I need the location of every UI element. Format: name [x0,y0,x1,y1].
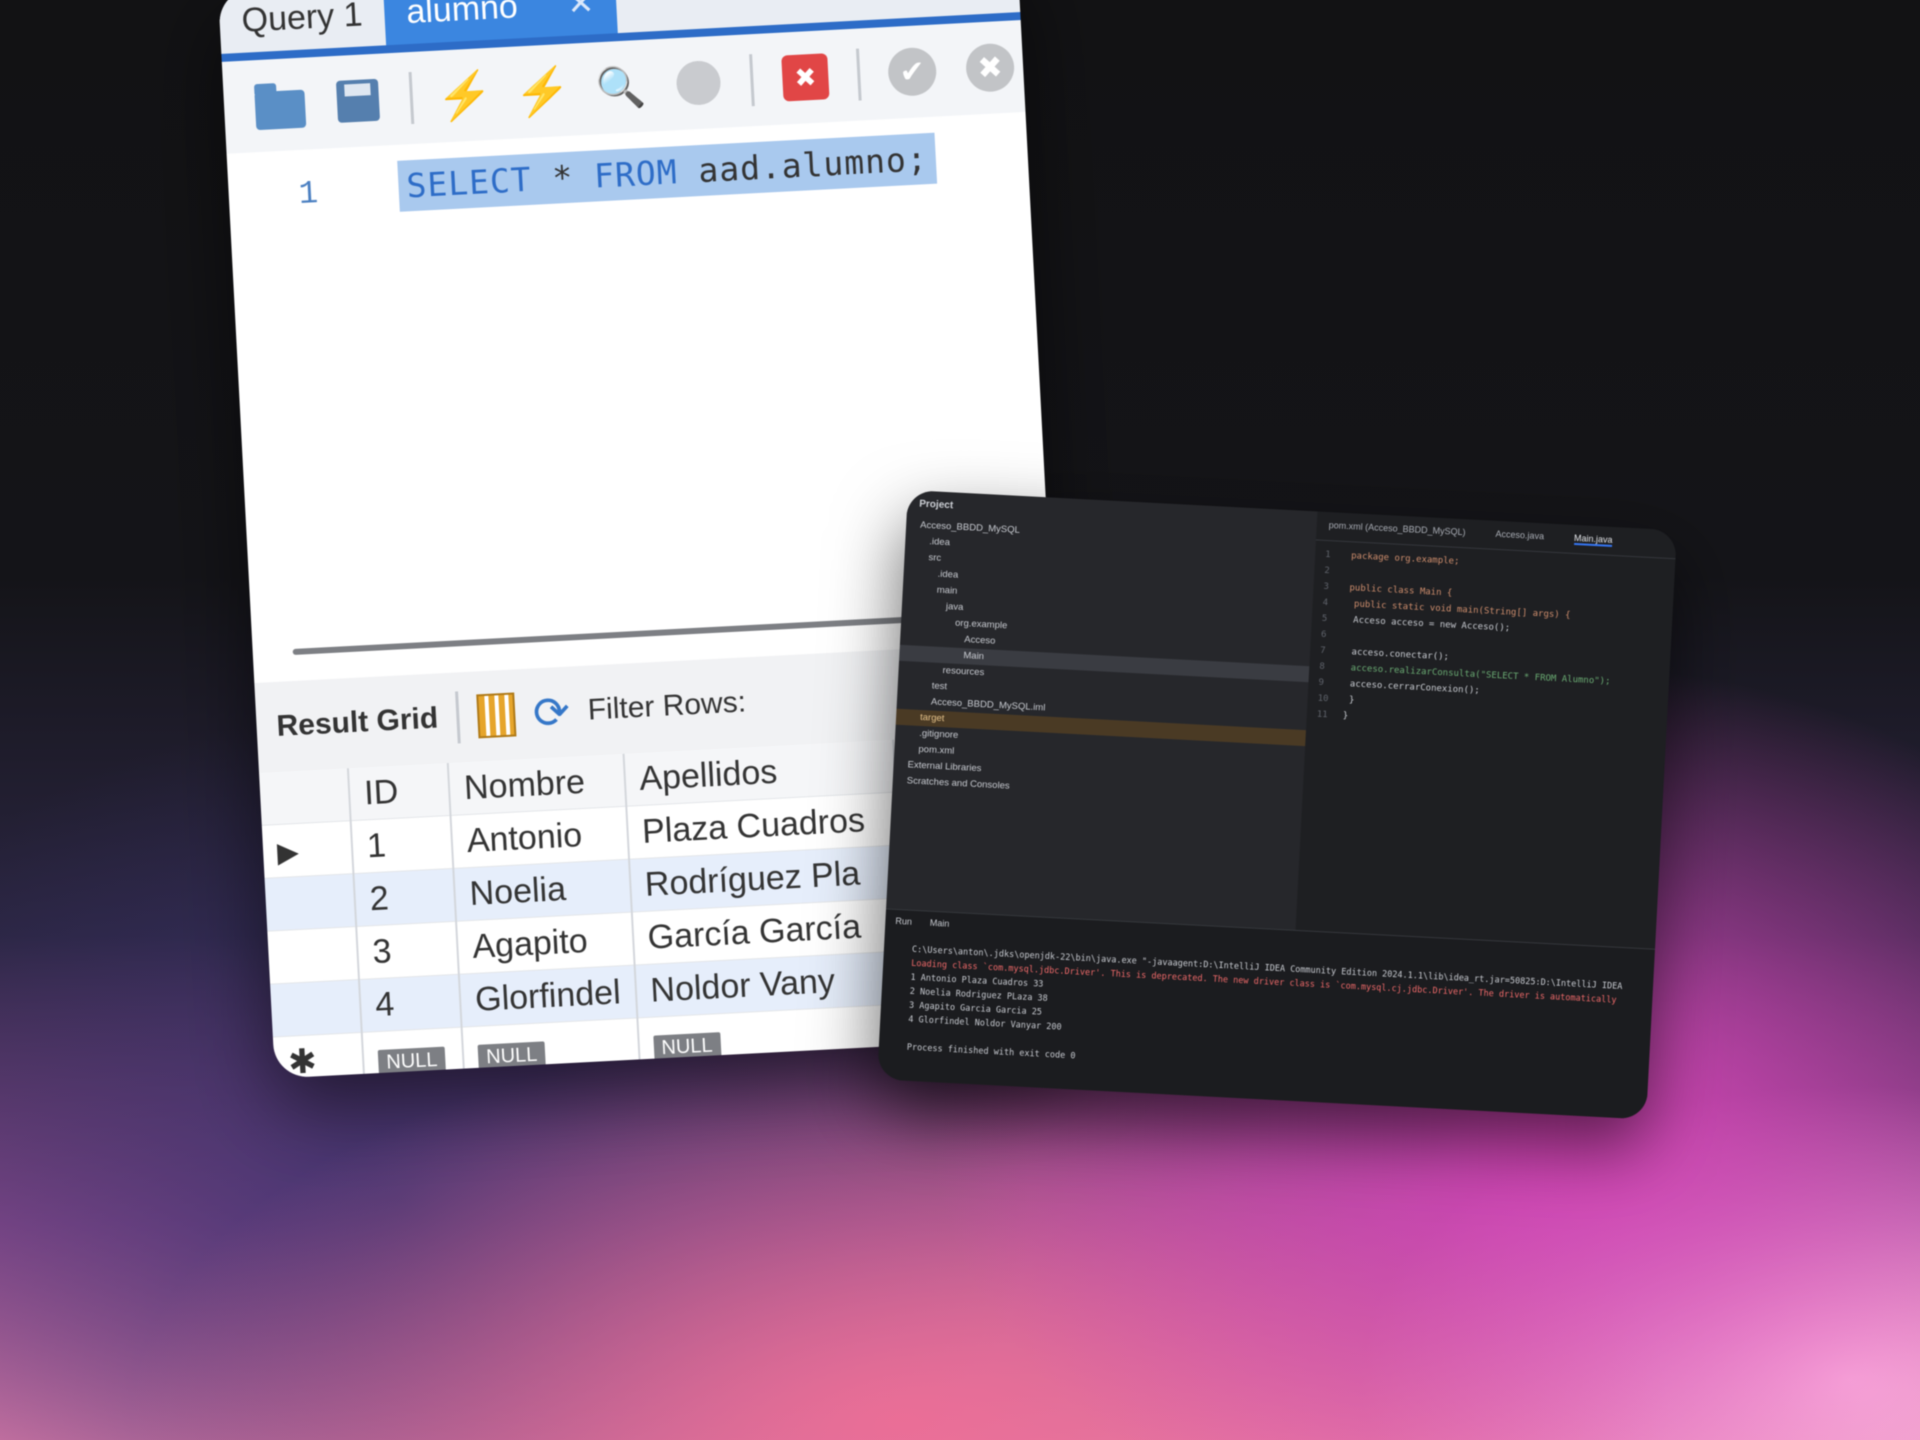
error-toggle-icon: ✖ [781,53,830,102]
lightning-cursor-icon: ⚡ [512,63,573,119]
cell-id[interactable]: 1 [350,815,454,874]
stop-button[interactable] [671,56,726,111]
row-selector[interactable] [264,873,357,932]
save-icon [335,78,381,123]
sql-table-name: aad.alumno; [697,139,929,191]
ide-window: Project Acceso_BBDD_MySQL .idea src .idea ma… [877,490,1677,1120]
main-run-tab[interactable]: Main [930,918,950,929]
row-selector-header [259,768,351,826]
code-text: } [1342,711,1349,722]
cancel-icon: ✖ [964,42,1016,93]
line-number: 10 [1317,693,1329,705]
line-number: 1 [1324,549,1331,561]
row-selector[interactable]: ▶ [261,820,354,879]
tab-alumno[interactable]: alumno ✕ [382,0,618,46]
row-selector[interactable] [267,926,359,985]
line-number: 4 [1322,597,1329,609]
sql-star: * [551,157,575,198]
lightning-icon: ⚡ [434,67,495,123]
editor-tab[interactable]: Acceso.java [1495,529,1544,544]
close-icon[interactable]: ✕ [566,0,595,23]
result-grid-label[interactable]: Result Grid [276,702,439,744]
editor-tab[interactable]: pom.xml (Acceso_BBDD_MySQL) [1328,520,1465,539]
commit-button[interactable]: ✔ [885,44,940,99]
toolbar-divider [408,71,415,125]
project-panel: Project Acceso_BBDD_MySQL .idea src .idea ma… [886,490,1319,931]
column-header-nombre[interactable]: Nombre [447,753,626,816]
tab-label: alumno [405,0,519,31]
row-selector[interactable]: ✱ [272,1032,365,1079]
cell-id[interactable]: 3 [356,921,459,980]
magnifier-icon: 🔍 [594,64,647,111]
cell-nombre[interactable]: NULL [461,1017,640,1079]
cell-nombre[interactable]: Noelia [453,859,632,922]
cell-id[interactable]: 4 [358,974,462,1033]
stop-icon [675,59,722,107]
row-selector[interactable] [270,979,362,1038]
null-badge: NULL [652,1031,722,1063]
tab-label: Query 1 [240,0,364,40]
code-lines[interactable]: 1 package org.example; 2 3 public class Main… [1306,540,1675,741]
line-number: 1 [297,175,319,214]
sql-keyword: SELECT [405,159,533,206]
execute-button[interactable]: ⚡ [434,67,495,123]
grid-view-icon[interactable] [475,692,517,739]
toolbar-divider [454,691,461,744]
current-row-arrow-icon: ▶ [276,835,300,868]
cell-id[interactable]: 2 [353,868,457,927]
line-number: 9 [1318,677,1325,689]
cell-id[interactable]: NULL [361,1027,465,1079]
tab-query-1[interactable]: Query 1 [218,0,386,54]
code-editor[interactable]: pom.xml (Acceso_BBDD_MySQL) Acceso.java Ma… [1295,511,1677,950]
toolbar-divider [749,54,755,107]
cell-nombre[interactable]: Agapito [456,912,635,975]
null-badge: NULL [377,1046,447,1077]
toolbar-divider [855,48,862,101]
null-badge: NULL [477,1040,546,1072]
stop-on-error-button[interactable]: ✖ [778,50,833,105]
filter-rows-label: Filter Rows: [586,685,747,727]
editor-tab[interactable]: Main.java [1573,532,1613,547]
execute-current-button[interactable]: ⚡ [512,63,573,119]
code-text: } [1343,695,1355,706]
sql-keyword: FROM [593,152,679,196]
run-tab[interactable]: Run [895,916,912,927]
line-number: 3 [1323,581,1330,593]
cell-nombre[interactable]: Glorfindel [458,965,637,1028]
rollback-button[interactable]: ✖ [963,40,1018,95]
new-row-asterisk-icon: ✱ [287,1042,318,1079]
save-button[interactable] [331,74,386,129]
line-number: 6 [1320,629,1327,641]
cell-nombre[interactable]: Antonio [450,806,629,869]
line-number: 8 [1319,661,1325,673]
code-text: package org.example; [1350,551,1460,567]
column-header-id[interactable]: ID [347,763,451,821]
folder-icon [254,89,307,131]
open-folder-button[interactable] [253,78,308,133]
refresh-icon[interactable]: ⟳ [532,686,571,739]
line-number: 11 [1316,709,1328,721]
sql-statement[interactable]: SELECT * FROM aad.alumno; [397,132,937,212]
check-icon: ✔ [887,46,938,98]
project-tree: Acceso_BBDD_MySQL .idea src .idea main java or… [892,517,1316,810]
line-number: 2 [1324,565,1331,577]
explain-button[interactable]: 🔍 [593,60,648,115]
line-number: 5 [1321,613,1328,625]
line-number: 7 [1319,645,1326,657]
result-grid: ID Nombre Apellidos ▶ 1 Antonio Plaza Cu… [259,739,910,1079]
